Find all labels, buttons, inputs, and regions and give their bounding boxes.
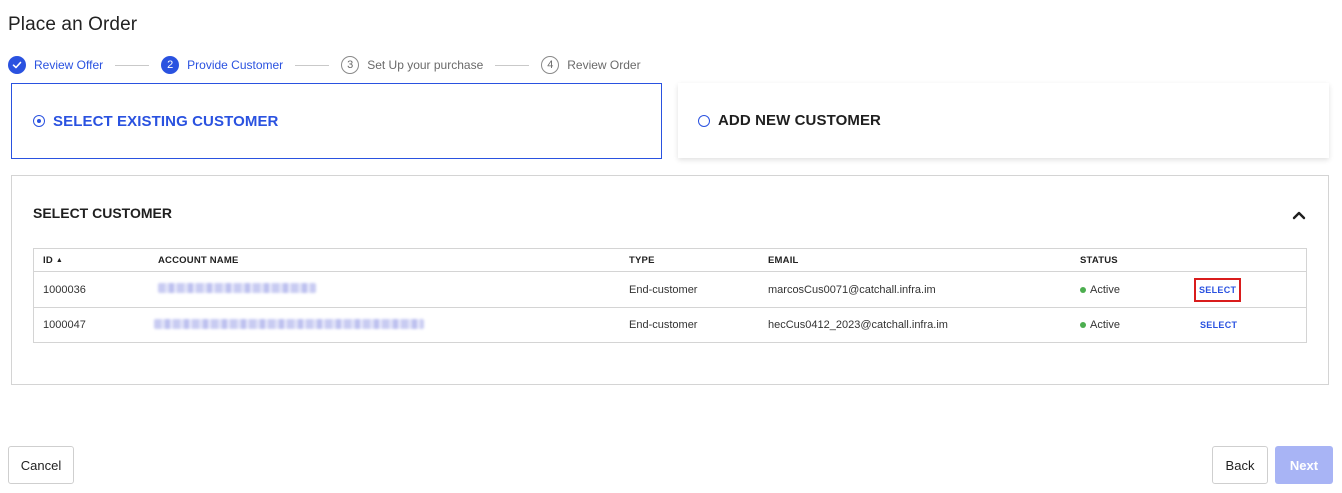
select-customer-button[interactable]: SELECT [1196,315,1241,335]
radio-unselected-icon [698,114,710,127]
status-badge: Active [1080,284,1120,296]
next-button[interactable]: Next [1275,446,1333,484]
step-connector [495,64,530,66]
panel-title: SELECT CUSTOMER [33,205,172,221]
customer-email: marcosCus0071@catchall.infra.im [768,283,936,296]
status-badge: Active [1080,319,1120,331]
select-customer-panel: SELECT CUSTOMER ID ▲ ACCOUNT NAME TYPE EM… [11,175,1329,385]
step-label: Review Order [567,58,641,72]
step-label: Review Offer [34,58,104,72]
step-label: Set Up your purchase [367,58,484,72]
account-name-redacted [158,283,316,296]
page-title: Place an Order [8,14,138,35]
status-dot-icon [1080,286,1086,293]
column-header-status: STATUS [1080,254,1118,266]
customer-id: 1000047 [43,319,86,331]
customer-table: ID ▲ ACCOUNT NAME TYPE EMAIL STATUS 10000… [33,248,1307,343]
customer-id: 1000036 [43,283,86,296]
checkmark-icon [8,56,26,74]
step-number: 2 [161,56,180,74]
option-label: ADD NEW CUSTOMER [718,112,881,129]
column-header-id[interactable]: ID ▲ [43,255,63,266]
column-header-email: EMAIL [768,254,799,266]
step-label: Provide Customer [187,58,284,72]
account-name-redacted [154,318,424,332]
select-existing-customer-option[interactable]: SELECT EXISTING CUSTOMER [11,83,662,159]
step-number: 4 [541,56,560,74]
sort-ascending-icon: ▲ [55,256,64,264]
column-header-account-name: ACCOUNT NAME [158,254,239,266]
step-set-up-purchase[interactable]: 3 Set Up your purchase [341,56,483,74]
order-stepper: Review Offer 2 Provide Customer 3 Set Up… [8,55,641,75]
step-review-offer[interactable]: Review Offer [8,56,103,74]
customer-type: End-customer [629,319,698,331]
cancel-button[interactable]: Cancel [8,446,74,484]
table-row: 1000036 End-customer marcosCus0071@catch… [34,272,1306,307]
customer-email: hecCus0412_2023@catchall.infra.im [768,319,948,331]
chevron-up-icon[interactable] [1291,207,1307,223]
back-button[interactable]: Back [1212,446,1268,484]
status-dot-icon [1080,322,1086,328]
option-label: SELECT EXISTING CUSTOMER [53,112,279,130]
step-number: 3 [341,56,360,74]
add-new-customer-option[interactable]: ADD NEW CUSTOMER [678,83,1329,158]
table-row: 1000047 End-customer hecCus0412_2023@cat… [34,307,1306,342]
radio-selected-icon [33,115,45,127]
step-review-order[interactable]: 4 Review Order [541,56,641,74]
customer-type: End-customer [629,283,698,296]
step-provide-customer[interactable]: 2 Provide Customer [161,56,283,74]
table-header-row: ID ▲ ACCOUNT NAME TYPE EMAIL STATUS [34,249,1306,272]
step-connector [295,64,330,66]
column-header-type: TYPE [629,254,655,266]
step-connector [115,64,150,66]
select-customer-button[interactable]: SELECT [1193,277,1242,302]
